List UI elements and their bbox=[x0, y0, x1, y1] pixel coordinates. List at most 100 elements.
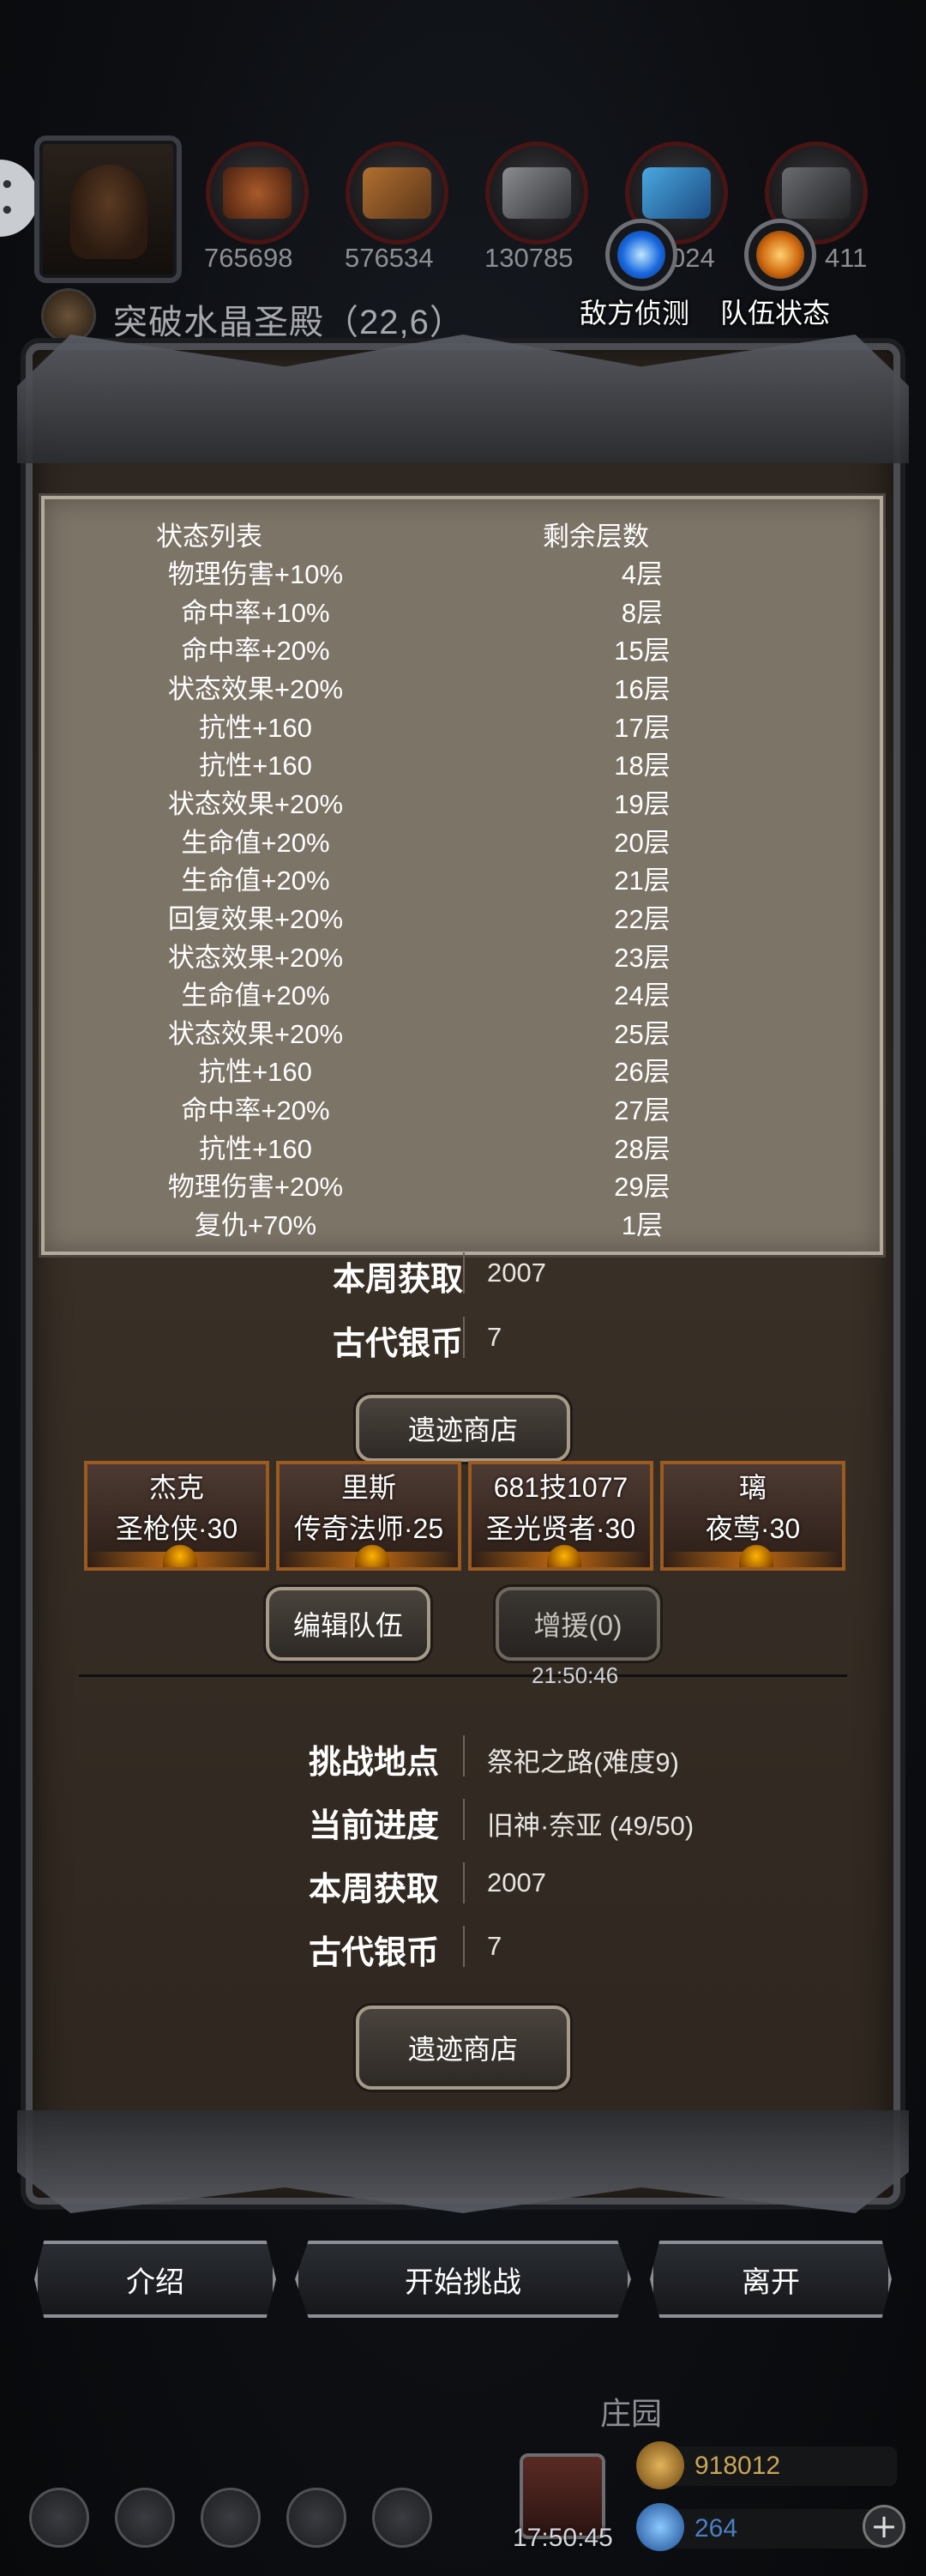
status-name: 状态效果+20% bbox=[167, 1018, 344, 1049]
edit-team-button[interactable]: 编辑队伍 bbox=[266, 1587, 430, 1661]
reinforce-timer: 21:50:46 bbox=[532, 1662, 619, 1688]
resource-meat-value: 765698 bbox=[204, 243, 293, 273]
hero-card[interactable]: 681技1077 圣光贤者·30 bbox=[468, 1461, 653, 1571]
hero-class: 夜莺·30 bbox=[705, 1513, 801, 1544]
status-row: 生命值+20% 21层 bbox=[41, 855, 883, 896]
status-name: 抗性+160 bbox=[199, 1057, 312, 1088]
gem-icon bbox=[547, 1545, 581, 1567]
team-status-label: 队伍状态 bbox=[720, 298, 831, 329]
status-name: 生命值+20% bbox=[181, 827, 330, 858]
avatar-silhouette bbox=[70, 165, 147, 259]
flame-icon bbox=[756, 231, 804, 279]
relic-shop-button[interactable]: 遗迹商店 bbox=[356, 2006, 570, 2090]
hero-card[interactable]: 杰克 圣枪侠·30 bbox=[84, 1461, 269, 1571]
location-title: 突破水晶圣殿（22,6） bbox=[113, 304, 465, 341]
player-avatar[interactable] bbox=[34, 136, 182, 283]
status-name: 命中率+10% bbox=[181, 597, 330, 628]
status-row: 物理伤害+20% 29层 bbox=[41, 1161, 883, 1202]
footer-shield-icon[interactable] bbox=[372, 2488, 432, 2548]
gold-coin-icon bbox=[636, 2441, 684, 2489]
status-layers: 18层 bbox=[614, 751, 670, 781]
resource-iron-value: 130785 bbox=[484, 243, 574, 273]
status-name: 抗性+160 bbox=[199, 751, 312, 781]
upper-weekly-label: 本周获取 bbox=[332, 1262, 463, 1298]
leave-button[interactable]: 离开 bbox=[650, 2241, 892, 2318]
hero-card[interactable]: 里斯 传奇法师·25 bbox=[276, 1461, 461, 1571]
add-gems-button[interactable]: + bbox=[863, 2505, 905, 2548]
status-row: 状态效果+20% 25层 bbox=[41, 1009, 883, 1049]
status-row: 生命值+20% 20层 bbox=[41, 817, 883, 858]
status-row: 复仇+70% 1层 bbox=[41, 1200, 883, 1240]
divider bbox=[463, 1735, 465, 1777]
status-row: 生命值+20% 24层 bbox=[41, 970, 883, 1011]
status-row: 命中率+20% 27层 bbox=[41, 1085, 883, 1126]
status-row: 状态效果+20% 23层 bbox=[41, 932, 883, 973]
resource-wood-value: 576534 bbox=[345, 243, 434, 273]
resource-meat-icon[interactable] bbox=[206, 142, 309, 244]
frame-top-ornament bbox=[17, 335, 909, 463]
hero-class: 传奇法师·25 bbox=[293, 1513, 444, 1544]
footer-menu-icon[interactable] bbox=[115, 2488, 175, 2548]
gem-icon bbox=[636, 2503, 684, 2551]
status-row: 回复效果+20% 22层 bbox=[41, 894, 883, 934]
reinforce-button[interactable]: 增援(0) bbox=[496, 1587, 660, 1661]
status-name: 抗性+160 bbox=[199, 712, 312, 743]
status-layers: 29层 bbox=[614, 1172, 670, 1203]
status-layers: 28层 bbox=[614, 1133, 670, 1164]
status-name: 状态效果+20% bbox=[167, 788, 344, 819]
status-name: 生命值+20% bbox=[181, 866, 330, 896]
enemy-scout-label: 敌方侦测 bbox=[580, 298, 690, 329]
status-row: 抗性+160 17层 bbox=[41, 703, 883, 743]
intro-button[interactable]: 介绍 bbox=[34, 2241, 276, 2318]
status-layers: 20层 bbox=[614, 827, 670, 858]
chat-face-icon: • • bbox=[0, 172, 16, 224]
status-layers: 21层 bbox=[614, 866, 670, 896]
resource-steel-value: 411 bbox=[825, 243, 868, 273]
resource-iron-icon[interactable] bbox=[485, 142, 588, 244]
game-clock: 17:50:45 bbox=[513, 2524, 613, 2552]
status-name: 生命值+20% bbox=[181, 980, 330, 1011]
remaining-layers-header: 剩余层数 bbox=[543, 522, 649, 552]
progress-label: 当前进度 bbox=[308, 1808, 439, 1844]
status-layers: 22层 bbox=[614, 903, 670, 934]
hero-name: 璃 bbox=[738, 1472, 767, 1503]
status-name: 命中率+20% bbox=[181, 1095, 330, 1126]
hero-name: 里斯 bbox=[340, 1472, 396, 1503]
status-layers: 27层 bbox=[614, 1095, 670, 1126]
upper-relic-shop-button[interactable]: 遗迹商店 bbox=[356, 1395, 570, 1462]
location-icon bbox=[41, 288, 96, 343]
gem-icon bbox=[163, 1545, 197, 1567]
divider bbox=[463, 1317, 465, 1358]
team-status-button[interactable] bbox=[744, 219, 816, 291]
status-name: 回复效果+20% bbox=[167, 903, 344, 934]
gem-value: 264 bbox=[694, 2514, 738, 2543]
progress-value: 旧神·奈亚 (49/50) bbox=[487, 1811, 694, 1841]
coin-label: 古代银币 bbox=[308, 1935, 439, 1971]
status-name: 状态效果+20% bbox=[167, 942, 344, 973]
status-name: 物理伤害+10% bbox=[167, 559, 344, 589]
status-layers: 19层 bbox=[614, 788, 670, 819]
status-layers: 15层 bbox=[614, 636, 670, 667]
radar-icon bbox=[617, 231, 665, 279]
status-row: 物理伤害+10% 4层 bbox=[41, 549, 883, 589]
weekly-label: 本周获取 bbox=[308, 1872, 439, 1908]
status-layers: 16层 bbox=[614, 673, 670, 704]
gem-icon bbox=[739, 1545, 773, 1567]
status-list-header: 状态列表 bbox=[156, 522, 262, 552]
coin-value: 7 bbox=[487, 1931, 502, 1961]
status-layers: 25层 bbox=[614, 1018, 670, 1049]
status-row: 状态效果+20% 19层 bbox=[41, 779, 883, 819]
status-layers: 8层 bbox=[621, 597, 664, 628]
hero-card[interactable]: 璃 夜莺·30 bbox=[660, 1461, 845, 1571]
status-layers: 26层 bbox=[614, 1057, 670, 1088]
hero-class: 圣光贤者·30 bbox=[485, 1513, 636, 1544]
challenge-place-value: 祭祀之路(难度9) bbox=[487, 1747, 679, 1777]
start-challenge-button[interactable]: 开始挑战 bbox=[295, 2241, 631, 2318]
footer-castle-icon[interactable] bbox=[201, 2488, 261, 2548]
hero-class: 圣枪侠·30 bbox=[115, 1513, 238, 1544]
manor-label: 庄园 bbox=[600, 2396, 663, 2431]
footer-map-icon[interactable] bbox=[286, 2488, 346, 2548]
settings-gear-icon[interactable] bbox=[29, 2488, 89, 2548]
resource-wood-icon[interactable] bbox=[346, 142, 448, 244]
enemy-scout-button[interactable] bbox=[605, 219, 677, 291]
